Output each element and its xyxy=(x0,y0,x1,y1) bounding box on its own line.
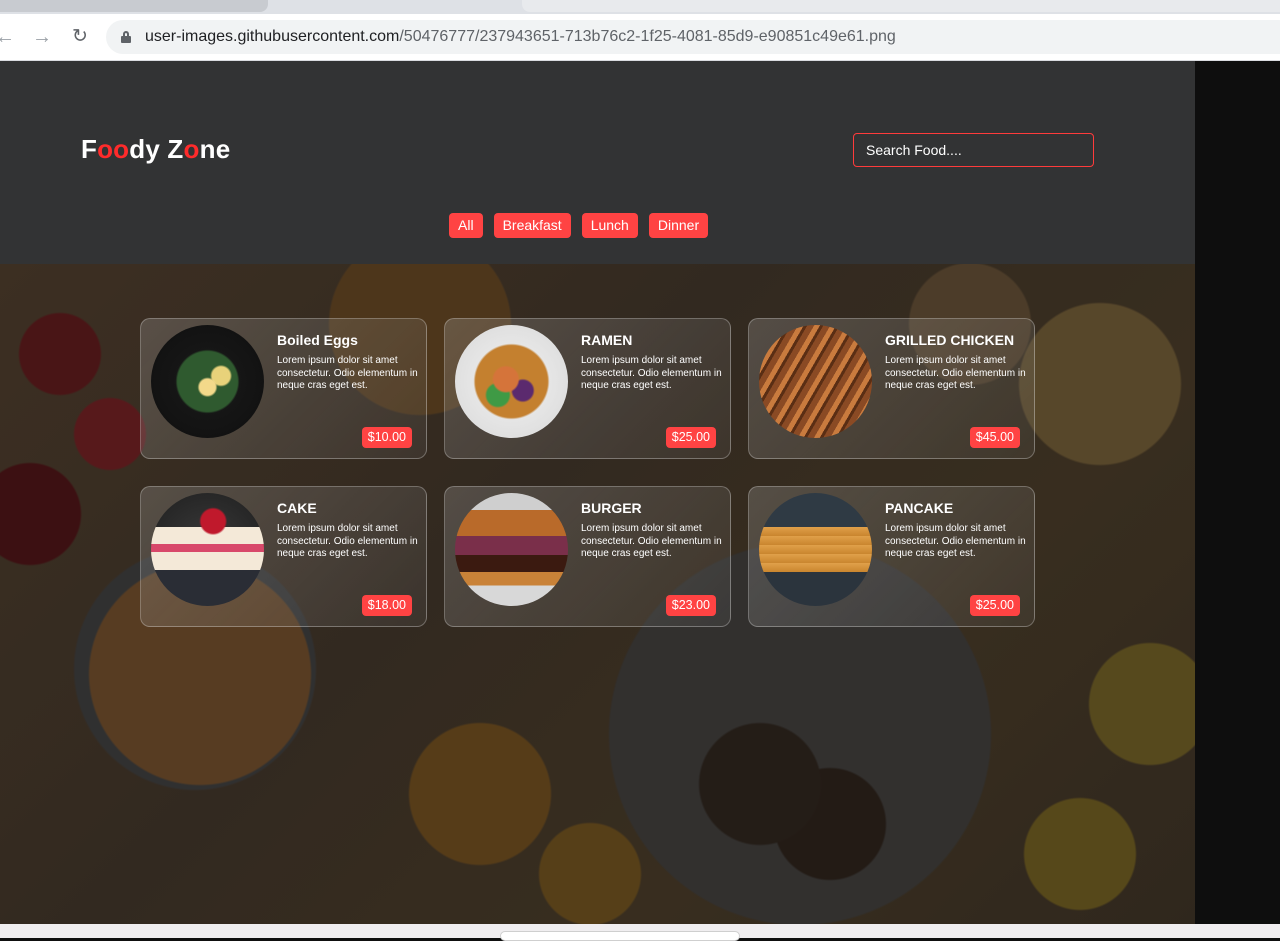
filter-all-button[interactable]: All xyxy=(449,213,483,238)
food-card[interactable]: GRILLED CHICKEN Lorem ipsum dolor sit am… xyxy=(748,318,1035,459)
food-name: Boiled Eggs xyxy=(277,332,358,348)
price-button[interactable]: $25.00 xyxy=(665,427,716,448)
url-host: user-images.githubusercontent.com xyxy=(145,28,400,45)
taskbar-search[interactable] xyxy=(500,931,740,941)
logo-part: F xyxy=(81,134,98,164)
price-button[interactable]: $45.00 xyxy=(969,427,1020,448)
lock-icon xyxy=(121,31,131,43)
dark-side-panel xyxy=(1195,61,1280,924)
food-name: RAMEN xyxy=(581,332,633,348)
url-text[interactable]: user-images.githubusercontent.com/504767… xyxy=(145,28,896,46)
site-header: Foody Zone All Breakfast Lunch Dinner xyxy=(0,61,1195,264)
food-image xyxy=(455,493,568,606)
food-description: Lorem ipsum dolor sit amet consectetur. … xyxy=(885,355,1026,391)
food-image xyxy=(455,325,568,438)
browser-tab[interactable] xyxy=(0,0,268,12)
food-card[interactable]: PANCAKE Lorem ipsum dolor sit amet conse… xyxy=(748,486,1035,627)
reload-icon[interactable]: ↻ xyxy=(67,24,93,50)
logo-part: o xyxy=(183,134,200,164)
food-description: Lorem ipsum dolor sit amet consectetur. … xyxy=(581,355,722,391)
food-description: Lorem ipsum dolor sit amet consectetur. … xyxy=(277,355,418,391)
search-input[interactable] xyxy=(853,133,1094,167)
filter-breakfast-button[interactable]: Breakfast xyxy=(493,213,571,238)
tab-strip xyxy=(0,0,1280,14)
page-content: Foody Zone All Breakfast Lunch Dinner Bo… xyxy=(0,61,1195,924)
food-description: Lorem ipsum dolor sit amet consectetur. … xyxy=(581,523,722,559)
food-card[interactable]: CAKE Lorem ipsum dolor sit amet consecte… xyxy=(140,486,427,627)
filter-bar: All Breakfast Lunch Dinner xyxy=(449,213,709,238)
food-card[interactable]: RAMEN Lorem ipsum dolor sit amet consect… xyxy=(444,318,731,459)
browser-toolbar: ← → ↻ user-images.githubusercontent.com/… xyxy=(0,14,1280,61)
logo-part: oo xyxy=(97,134,130,164)
url-path: /50476777/237943651-713b76c2-1f25-4081-8… xyxy=(399,28,896,45)
browser-tab-active[interactable] xyxy=(522,0,1280,12)
price-button[interactable]: $18.00 xyxy=(361,595,412,616)
food-image xyxy=(151,325,264,438)
food-background: Boiled Eggs Lorem ipsum dolor sit amet c… xyxy=(0,264,1195,924)
price-button[interactable]: $25.00 xyxy=(969,595,1020,616)
food-image xyxy=(759,325,872,438)
food-name: PANCAKE xyxy=(885,500,954,516)
logo-part: dy Z xyxy=(129,134,184,164)
food-card[interactable]: Boiled Eggs Lorem ipsum dolor sit amet c… xyxy=(140,318,427,459)
food-description: Lorem ipsum dolor sit amet consectetur. … xyxy=(885,523,1026,559)
filter-dinner-button[interactable]: Dinner xyxy=(648,213,709,238)
back-arrow-icon[interactable]: ← xyxy=(0,24,18,50)
food-name: BURGER xyxy=(581,500,642,516)
food-image xyxy=(151,493,264,606)
food-name: GRILLED CHICKEN xyxy=(885,332,1015,348)
food-description: Lorem ipsum dolor sit amet consectetur. … xyxy=(277,523,418,559)
food-image xyxy=(759,493,872,606)
site-logo[interactable]: Foody Zone xyxy=(81,134,230,165)
price-button[interactable]: $10.00 xyxy=(361,427,412,448)
address-bar[interactable]: user-images.githubusercontent.com/504767… xyxy=(106,20,1280,54)
price-button[interactable]: $23.00 xyxy=(665,595,716,616)
filter-lunch-button[interactable]: Lunch xyxy=(581,213,638,238)
logo-part: ne xyxy=(199,134,231,164)
forward-arrow-icon[interactable]: → xyxy=(29,24,55,50)
food-card[interactable]: BURGER Lorem ipsum dolor sit amet consec… xyxy=(444,486,731,627)
food-name: CAKE xyxy=(277,500,317,516)
